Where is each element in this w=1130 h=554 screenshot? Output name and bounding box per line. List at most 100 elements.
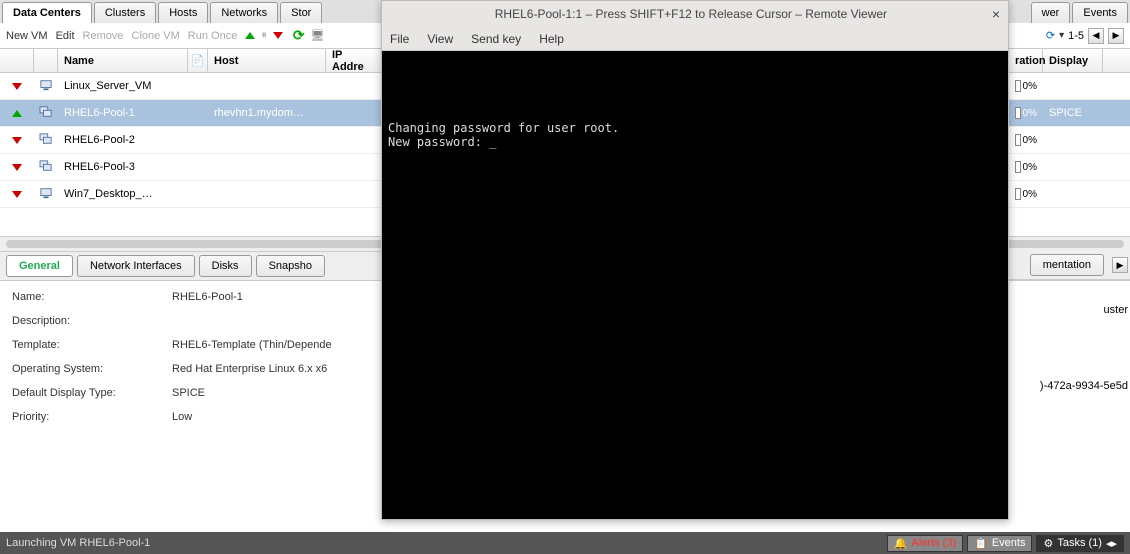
progress-bar — [1015, 80, 1021, 92]
console-icon[interactable]: 🖥 — [311, 29, 325, 42]
dtab-general[interactable]: General — [6, 255, 73, 277]
vm-host — [208, 181, 326, 207]
tab-storage[interactable]: Stor — [280, 2, 322, 23]
stop-icon[interactable] — [273, 32, 283, 39]
status-text: Launching VM RHEL6-Pool-1 — [6, 537, 150, 549]
progress-bar — [1015, 134, 1021, 146]
val-disp: SPICE — [172, 387, 392, 399]
vm-host — [208, 73, 326, 99]
tab-events[interactable]: Events — [1072, 2, 1128, 23]
tab-networks[interactable]: Networks — [210, 2, 278, 23]
vm-name: RHEL6-Pool-3 — [58, 154, 188, 180]
close-icon[interactable]: × — [992, 6, 1000, 22]
vm-row-right[interactable]: 0% — [1009, 181, 1130, 208]
progress-bar — [1015, 107, 1021, 119]
lbl-tmpl: Template: — [12, 339, 172, 351]
vm-host — [208, 127, 326, 153]
vm-display: SPICE — [1043, 107, 1103, 119]
menu-sendkey[interactable]: Send key — [471, 32, 521, 46]
progress-pct: 0% — [1023, 162, 1037, 173]
lbl-name: Name: — [12, 291, 172, 303]
status-bar: Launching VM RHEL6-Pool-1 🔔 Alerts (3) 📋… — [0, 532, 1130, 554]
peek-id: )-472a-9934-5e5d — [1009, 380, 1128, 392]
val-prio: Low — [172, 411, 392, 423]
vm-row-right[interactable]: 0% SPICE — [1009, 100, 1130, 127]
vm-name: RHEL6-Pool-2 — [58, 127, 188, 153]
run-icon[interactable] — [245, 32, 255, 39]
col-status[interactable] — [0, 49, 34, 72]
vm-name: RHEL6-Pool-1 — [58, 100, 188, 126]
progress-pct: 0% — [1023, 81, 1037, 92]
edit-button[interactable]: Edit — [56, 30, 75, 42]
progress-bar — [1015, 161, 1021, 173]
viewer-menubar: File View Send key Help — [382, 27, 1008, 51]
val-desc — [172, 315, 392, 327]
page-range: 1-5 — [1068, 30, 1084, 42]
col-name[interactable]: Name — [58, 49, 188, 72]
vm-host — [208, 154, 326, 180]
tab-clusters[interactable]: Clusters — [94, 2, 156, 23]
col-display[interactable]: Display — [1043, 49, 1103, 72]
dtab-network[interactable]: Network Interfaces — [77, 255, 195, 277]
progress-pct: 0% — [1023, 189, 1037, 200]
tasks-button[interactable]: ⚙ Tasks (1) ◂▸ — [1036, 535, 1124, 552]
dtab-mentation[interactable]: mentation — [1030, 254, 1104, 276]
col-host-icon[interactable]: 📄 — [188, 49, 208, 72]
right-rows: 0% 0% SPICE 0% 0% 0% — [1009, 73, 1130, 208]
run-once-button[interactable]: Run Once — [188, 30, 238, 42]
vm-type-icon — [39, 106, 53, 121]
progress-bar — [1015, 188, 1021, 200]
dtab-disks[interactable]: Disks — [199, 255, 252, 277]
alerts-button[interactable]: 🔔 Alerts (3) — [887, 535, 963, 552]
remote-viewer-window[interactable]: RHEL6-Pool-1:1 – Press SHIFT+F12 to Rele… — [381, 0, 1009, 520]
progress-pct: 0% — [1023, 108, 1037, 119]
right-peek: wer Events ⟳ ▾ 1-5 ◀ ▶ ration Display 0%… — [1009, 0, 1130, 402]
refresh-right-icon[interactable]: ⟳ — [1046, 29, 1055, 42]
events-button[interactable]: 📋 Events — [967, 535, 1032, 552]
viewer-titlebar[interactable]: RHEL6-Pool-1:1 – Press SHIFT+F12 to Rele… — [382, 1, 1008, 27]
status-down-icon — [12, 191, 22, 198]
vm-type-icon — [39, 187, 53, 202]
peek-cluster: uster — [1009, 304, 1128, 316]
col-ip[interactable]: IP Addre — [326, 49, 382, 72]
vm-name: Win7_Desktop_… — [58, 181, 188, 207]
pause-icon[interactable]: ⏸ — [261, 29, 267, 42]
vm-row-right[interactable]: 0% — [1009, 127, 1130, 154]
clone-vm-button[interactable]: Clone VM — [132, 30, 180, 42]
viewer-console[interactable]: Changing password for user root. New pas… — [382, 51, 1008, 519]
vm-host: rhevhn1.mydom… — [208, 100, 326, 126]
col-duration[interactable]: ration — [1009, 49, 1043, 72]
val-os: Red Hat Enterprise Linux 6.x x6 — [172, 363, 392, 375]
vm-type-icon — [39, 79, 53, 94]
status-up-icon — [12, 110, 22, 117]
tab-data-centers[interactable]: Data Centers — [2, 2, 92, 23]
vm-row-right[interactable]: 0% — [1009, 73, 1130, 100]
vm-name: Linux_Server_VM — [58, 73, 188, 99]
vm-type-icon — [39, 133, 53, 148]
tab-wer[interactable]: wer — [1031, 2, 1071, 23]
remove-button[interactable]: Remove — [83, 30, 124, 42]
vm-row-right[interactable]: 0% — [1009, 154, 1130, 181]
next-page-button[interactable]: ▶ — [1108, 28, 1124, 44]
new-vm-button[interactable]: New VM — [6, 30, 48, 42]
menu-help[interactable]: Help — [539, 32, 564, 46]
status-down-icon — [12, 83, 22, 90]
dtab-next[interactable]: ▶ — [1112, 257, 1128, 273]
menu-file[interactable]: File — [390, 32, 409, 46]
vm-type-icon — [39, 160, 53, 175]
lbl-desc: Description: — [12, 315, 172, 327]
dtab-snapshots[interactable]: Snapsho — [256, 255, 325, 277]
progress-pct: 0% — [1023, 135, 1037, 146]
lbl-os: Operating System: — [12, 363, 172, 375]
refresh-icon[interactable]: ⟳ — [293, 27, 305, 44]
viewer-title: RHEL6-Pool-1:1 – Press SHIFT+F12 to Rele… — [390, 7, 992, 21]
menu-view[interactable]: View — [427, 32, 453, 46]
tab-hosts[interactable]: Hosts — [158, 2, 208, 23]
col-type-icon[interactable] — [34, 49, 58, 72]
col-host[interactable]: Host — [208, 49, 326, 72]
val-name: RHEL6-Pool-1 — [172, 291, 392, 303]
prev-page-button[interactable]: ◀ — [1088, 28, 1104, 44]
dropdown-icon[interactable]: ▾ — [1059, 30, 1064, 41]
status-down-icon — [12, 164, 22, 171]
status-down-icon — [12, 137, 22, 144]
